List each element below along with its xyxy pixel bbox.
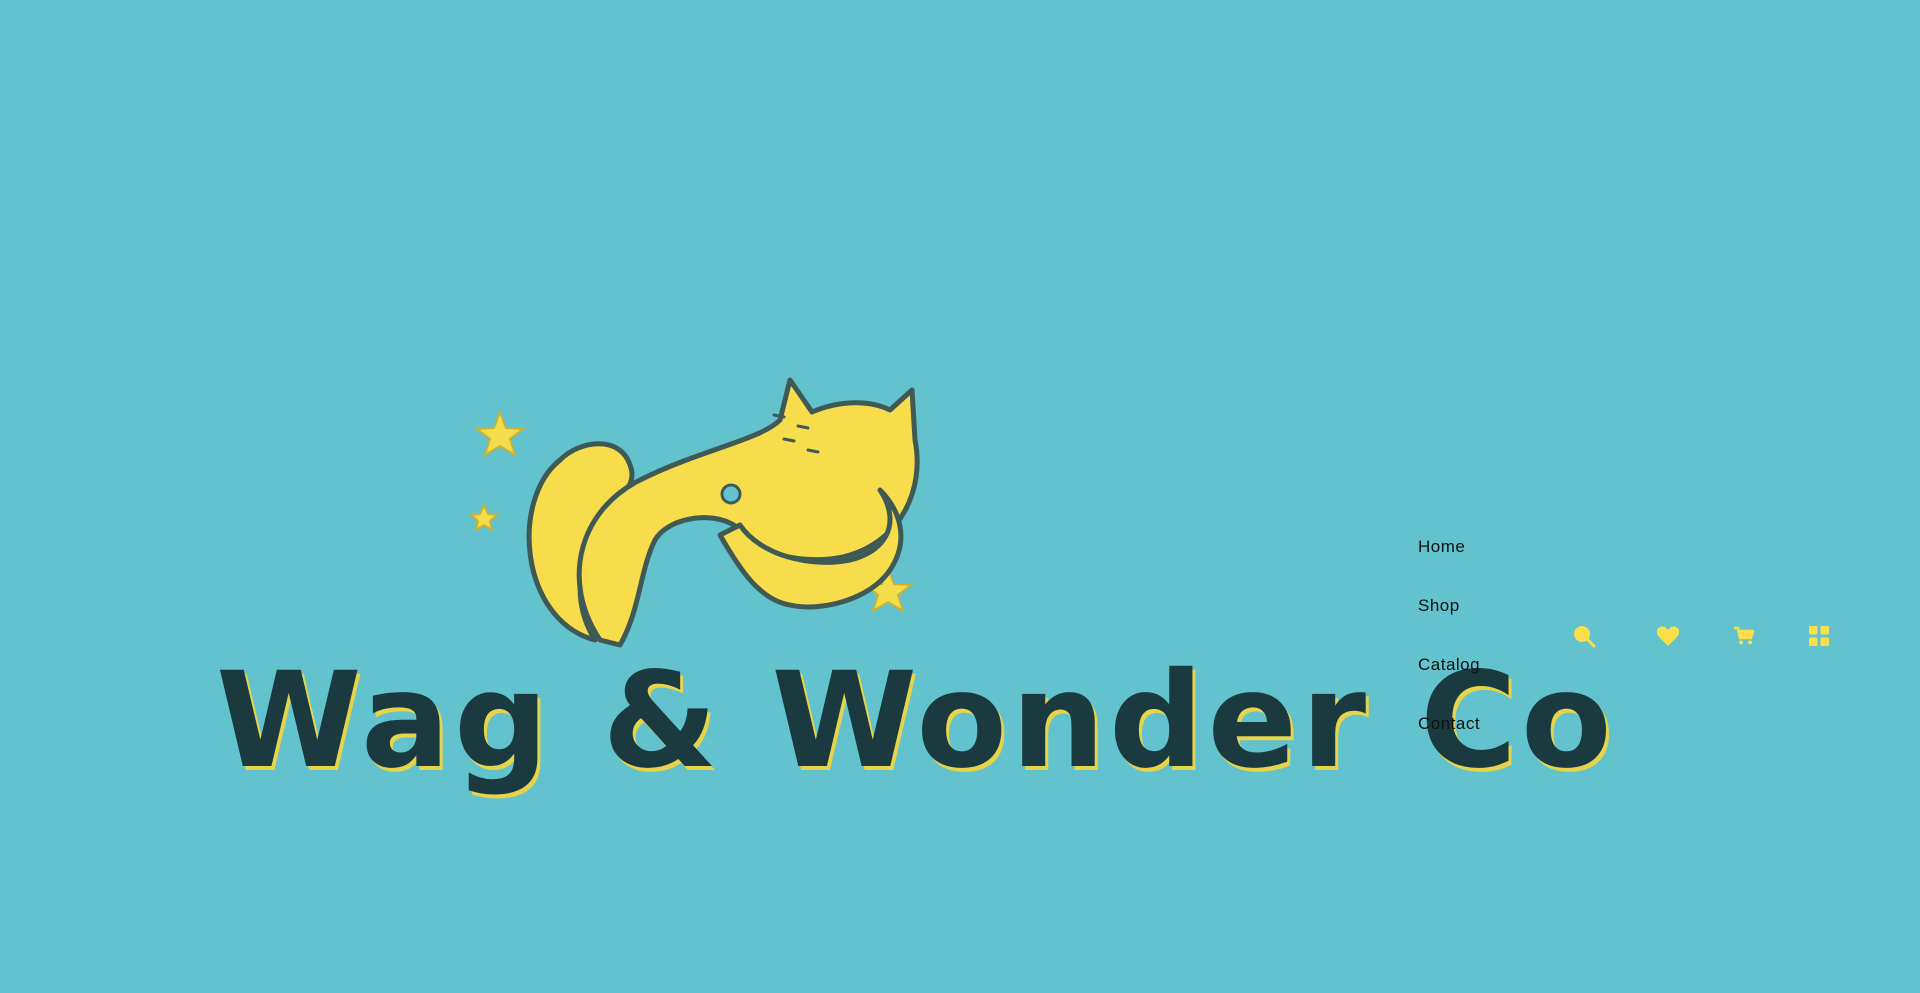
- menu-grid-button[interactable]: [1805, 622, 1833, 650]
- grid-menu-icon: [1809, 626, 1829, 646]
- star-icon: [474, 409, 526, 458]
- cart-icon: [1734, 626, 1755, 645]
- cart-button[interactable]: [1730, 622, 1758, 650]
- heart-icon: [1656, 626, 1680, 646]
- nav-item-home[interactable]: Home: [1418, 530, 1558, 589]
- star-icon: [468, 502, 500, 533]
- nav-item-contact[interactable]: Contact: [1418, 707, 1558, 766]
- wishlist-button[interactable]: [1654, 622, 1682, 650]
- main-nav: Home Shop Catalog Contact: [1418, 530, 1558, 766]
- search-icon: [1574, 626, 1596, 648]
- nav-item-shop[interactable]: Shop: [1418, 589, 1558, 648]
- nav-item-catalog[interactable]: Catalog: [1418, 648, 1558, 707]
- search-button[interactable]: [1570, 622, 1598, 650]
- brand-wordmark: Wag & Wonder Co: [216, 644, 1616, 798]
- page: Wag & Wonder Co Home Shop Catalog Contac…: [0, 0, 1920, 993]
